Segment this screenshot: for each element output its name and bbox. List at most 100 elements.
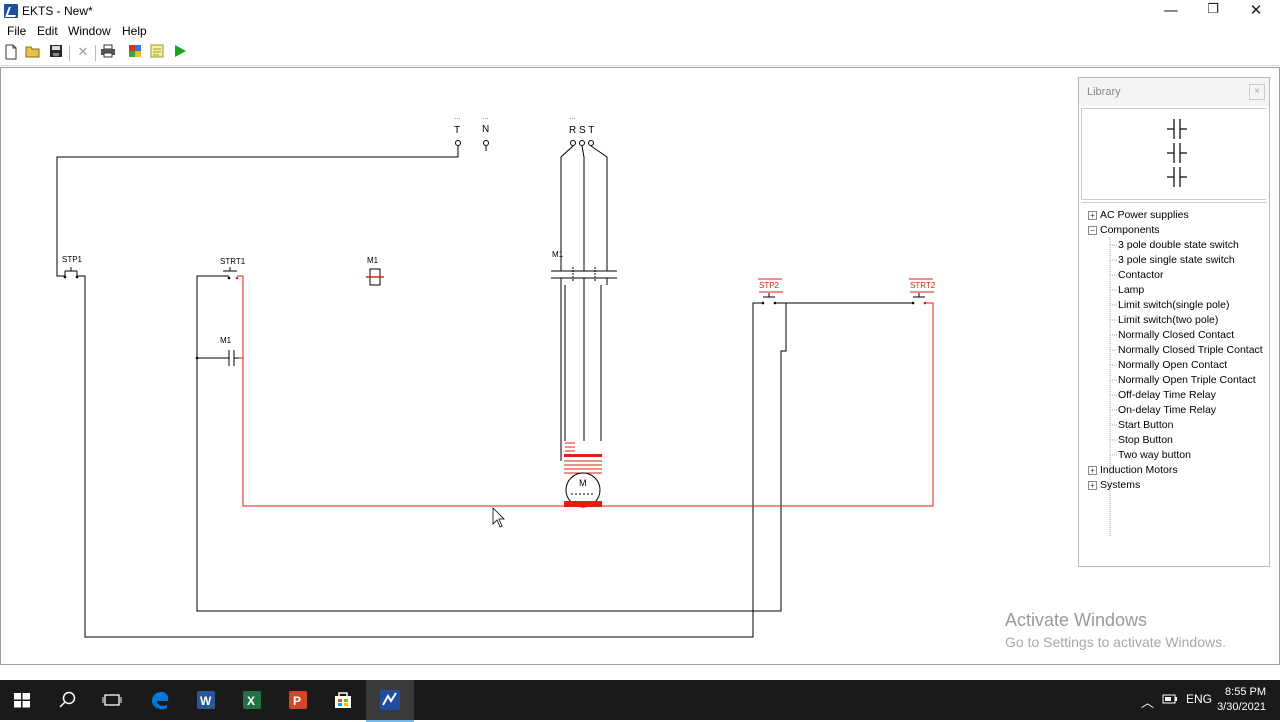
- menu-edit[interactable]: Edit: [37, 24, 58, 38]
- mouse-cursor-icon: [492, 507, 505, 528]
- menu-window[interactable]: Window: [68, 24, 111, 38]
- m1-coil-label: M1: [367, 256, 379, 265]
- tree-group-systems[interactable]: Systems: [1100, 479, 1140, 491]
- library-header: Library ×: [1079, 78, 1269, 106]
- overload-relay[interactable]: [564, 442, 602, 474]
- energized-wiring: [237, 275, 934, 507]
- strt2-start-button[interactable]: STRT2: [909, 278, 936, 305]
- edge-icon[interactable]: [148, 688, 172, 712]
- expand-icon[interactable]: +: [1088, 481, 1097, 490]
- library-panel: Library × + AC Power supplies − Componen…: [1078, 77, 1270, 567]
- save-icon[interactable]: [47, 44, 65, 62]
- stp1-stop-button[interactable]: STP1: [62, 255, 83, 279]
- terminal-t-label: T: [454, 125, 460, 136]
- ekts-icon: [380, 690, 400, 710]
- tree-item[interactable]: 3 pole double state switch: [1118, 239, 1239, 251]
- strt2-label: STRT2: [910, 281, 936, 290]
- tree-item[interactable]: Start Button: [1118, 419, 1173, 431]
- terminal-n-label: N: [482, 124, 489, 135]
- terminal-rst-label: R S T: [569, 125, 594, 136]
- tree-group-components[interactable]: Components: [1100, 224, 1160, 236]
- induction-motor[interactable]: M: [564, 472, 602, 508]
- open-folder-icon[interactable]: [24, 44, 42, 62]
- toolbar-separator: [69, 45, 70, 61]
- tree-item[interactable]: Normally Open Triple Contact: [1118, 374, 1256, 386]
- library-tree: + AC Power supplies − Components 3 pole …: [1081, 202, 1267, 563]
- library-title: Library: [1087, 86, 1121, 98]
- expand-icon[interactable]: +: [1088, 466, 1097, 475]
- m1-coil[interactable]: M1: [366, 256, 384, 286]
- clock-date: 3/30/2021: [1217, 701, 1266, 713]
- tree-item[interactable]: On-delay Time Relay: [1118, 404, 1216, 416]
- activation-watermark-title: Activate Windows: [1005, 610, 1148, 630]
- toolbar: ✕: [0, 41, 1280, 66]
- m1-hold-label: M1: [220, 336, 232, 345]
- title-bar: EKTS - New* — ❐ ✕: [0, 0, 1280, 22]
- terminal-t-dots: ...: [454, 112, 461, 121]
- windows-start-icon[interactable]: [10, 688, 34, 712]
- menu-help[interactable]: Help: [122, 24, 147, 38]
- tree-item[interactable]: Stop Button: [1118, 434, 1173, 446]
- tree-item[interactable]: Normally Closed Contact: [1118, 329, 1234, 341]
- tree-item[interactable]: 3 pole single state switch: [1118, 254, 1235, 266]
- excel-icon[interactable]: X: [240, 688, 264, 712]
- svg-text:P: P: [293, 694, 301, 708]
- tree-group-induction-motors[interactable]: Induction Motors: [1100, 464, 1178, 476]
- strt1-label: STRT1: [220, 257, 246, 266]
- terminal-n[interactable]: [483, 140, 489, 152]
- control-wiring: [56, 145, 913, 638]
- tree-item[interactable]: Normally Closed Triple Contact: [1118, 344, 1263, 356]
- delete-icon[interactable]: ✕: [74, 44, 92, 62]
- triple-contact-preview-icon: [1167, 119, 1187, 187]
- activation-watermark-subtitle: Go to Settings to activate Windows.: [1005, 634, 1226, 650]
- battery-icon[interactable]: [1161, 690, 1179, 708]
- collapse-icon[interactable]: −: [1088, 226, 1097, 235]
- minimize-button[interactable]: —: [1148, 0, 1194, 22]
- tree-item[interactable]: Two way button: [1118, 449, 1191, 461]
- powerpoint-icon[interactable]: P: [286, 688, 310, 712]
- stp2-label: STP2: [759, 281, 780, 290]
- show-hidden-icons-icon[interactable]: ︿: [1141, 692, 1154, 711]
- tree-item[interactable]: Lamp: [1118, 284, 1144, 296]
- word-icon[interactable]: W: [194, 688, 218, 712]
- terminal-rst[interactable]: [570, 140, 594, 146]
- m1-holding-contact[interactable]: M1: [195, 336, 239, 366]
- search-icon[interactable]: [56, 688, 80, 712]
- tree-item[interactable]: Contactor: [1118, 269, 1164, 281]
- print-icon[interactable]: [99, 44, 117, 62]
- terminal-n-dots: ...: [482, 112, 489, 121]
- clock-time: 8:55 PM: [1225, 686, 1266, 698]
- stp1-label: STP1: [62, 255, 83, 264]
- restore-button[interactable]: ❐: [1190, 0, 1236, 22]
- toolbar-separator: [95, 45, 96, 61]
- window-title: EKTS - New*: [22, 4, 93, 18]
- close-button[interactable]: ✕: [1233, 0, 1279, 22]
- ekts-app-icon: [4, 4, 18, 18]
- tree-item[interactable]: Normally Open Contact: [1118, 359, 1227, 371]
- ekts-taskbar-button[interactable]: [366, 680, 414, 722]
- menu-file[interactable]: File: [7, 24, 26, 38]
- tree-item[interactable]: Limit switch(single pole): [1118, 299, 1229, 311]
- tree-item[interactable]: Limit switch(two pole): [1118, 314, 1218, 326]
- component-colors-icon[interactable]: [126, 44, 144, 62]
- tree-item[interactable]: Off-delay Time Relay: [1118, 389, 1216, 401]
- component-preview: [1081, 108, 1266, 200]
- new-file-icon[interactable]: [2, 44, 20, 62]
- language-indicator[interactable]: ENG: [1186, 692, 1212, 706]
- svg-text:W: W: [200, 694, 212, 708]
- m1-main-label: M1: [552, 250, 564, 259]
- library-close-button[interactable]: ×: [1249, 84, 1265, 100]
- system-clock[interactable]: 8:55 PM 3/30/2021: [1217, 685, 1266, 715]
- menu-bar: File Edit Window Help: [0, 22, 1280, 40]
- taskbar: W X P ︿ ENG 8:55 PM 3/30/2021: [0, 680, 1280, 722]
- notes-icon[interactable]: [148, 44, 166, 62]
- stp2-stop-button[interactable]: STP2: [758, 278, 783, 305]
- terminal-rst-dots: ...: [569, 112, 576, 121]
- task-view-icon[interactable]: [100, 688, 124, 712]
- run-icon[interactable]: [171, 44, 189, 62]
- tree-group-ac-power-supplies[interactable]: AC Power supplies: [1100, 209, 1189, 221]
- store-icon[interactable]: [331, 688, 355, 712]
- svg-text:X: X: [247, 694, 255, 708]
- terminal-t[interactable]: [455, 140, 461, 146]
- expand-icon[interactable]: +: [1088, 211, 1097, 220]
